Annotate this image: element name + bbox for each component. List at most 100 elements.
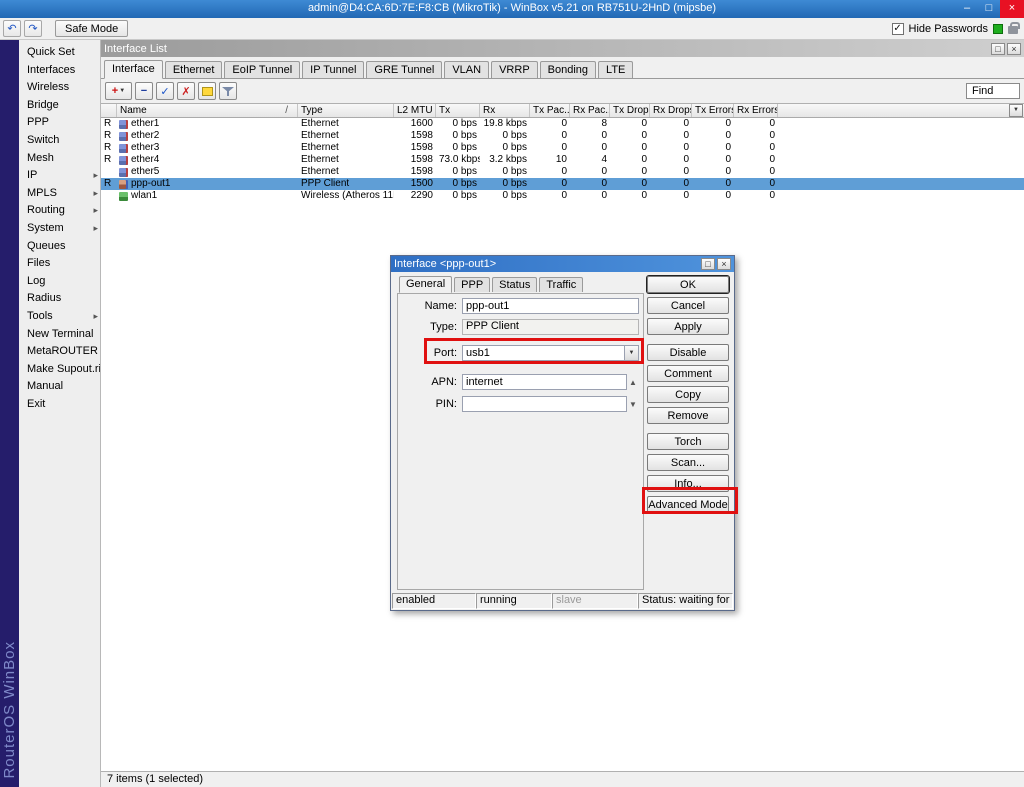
name-input[interactable] [462,298,639,314]
dialog-button[interactable]: OK [647,276,729,293]
dialog-titlebar[interactable]: Interface <ppp-out1> □ × [391,256,734,272]
column-header[interactable]: Tx Pac... [530,104,570,117]
sidebar-item[interactable]: Wireless [19,79,100,97]
find-button[interactable]: Find [966,83,1020,99]
apn-input[interactable] [462,374,627,390]
sidebar-item[interactable]: Files [19,255,100,273]
sidebar-item[interactable]: Radius [19,290,100,308]
tab[interactable]: LTE [598,61,633,78]
sidebar-item[interactable]: Switch [19,132,100,150]
sidebar-item[interactable]: PPP [19,114,100,132]
sidebar-item[interactable]: Manual [19,378,100,396]
dialog-button[interactable]: Disable [647,344,729,361]
minimize-icon[interactable]: – [956,0,978,18]
sidebar-item[interactable]: IP [19,167,100,185]
column-header[interactable]: Rx Drops [650,104,692,117]
dialog-tab[interactable]: General [399,276,452,293]
port-select[interactable]: usb1 ▼ [462,345,639,361]
safe-mode-button[interactable]: Safe Mode [55,20,128,37]
dialog-button[interactable]: Comment [647,365,729,382]
restore-window-icon[interactable]: □ [991,43,1005,55]
column-header[interactable]: Rx [480,104,530,117]
sidebar-item[interactable]: MPLS [19,185,100,203]
dialog-tabs: General PPP Status Traffic [399,276,583,292]
interface-list-title: Interface List [104,43,991,55]
dialog-button[interactable]: Remove [647,407,729,424]
app-titlebar[interactable]: admin@D4:CA:6D:7E:F8:CB (MikroTik) - Win… [0,0,1024,18]
tab[interactable]: Interface [104,60,163,79]
dialog-tab[interactable]: Traffic [539,277,583,292]
tab[interactable]: Ethernet [165,61,223,78]
column-header[interactable]: Tx [436,104,480,117]
table-row[interactable]: R ether3 Ethernet 1598 0 bps 0 bps 0 0 0… [101,142,1024,154]
pin-down-icon[interactable]: ▼ [627,400,639,409]
sidebar-item[interactable]: System [19,220,100,238]
dialog-button[interactable]: Apply [647,318,729,335]
column-header[interactable]: Type [298,104,394,117]
interface-icon [119,156,128,165]
back-button[interactable]: ↶ [3,20,21,37]
dialog-restore-icon[interactable]: □ [701,258,715,270]
tab[interactable]: VRRP [491,61,538,78]
tab[interactable]: EoIP Tunnel [224,61,300,78]
sidebar-item[interactable]: Log [19,273,100,291]
hide-passwords-checkbox[interactable]: ✓ [892,23,904,35]
dialog-tab[interactable]: PPP [454,277,490,292]
table-row[interactable]: R ether1 Ethernet 1600 0 bps 19.8 kbps 0… [101,118,1024,130]
table-row[interactable]: R ppp-out1 PPP Client 1500 0 bps 0 bps 0… [101,178,1024,190]
sidebar-item[interactable]: Bridge [19,97,100,115]
sidebar-item[interactable]: Mesh [19,150,100,168]
tab[interactable]: VLAN [444,61,489,78]
column-header[interactable]: Name [117,104,298,117]
filter-button[interactable] [219,82,237,100]
comment-button[interactable] [198,82,216,100]
row-tx-packets: 0 [530,118,570,130]
column-header[interactable] [101,104,117,117]
apn-up-icon[interactable]: ▲ [627,378,639,387]
sidebar-item[interactable]: New Terminal [19,326,100,344]
table-row[interactable]: wlan1 Wireless (Atheros 11N) 2290 0 bps … [101,190,1024,202]
table-row[interactable]: R ether4 Ethernet 1598 73.0 kbps 3.2 kbp… [101,154,1024,166]
dialog-button[interactable]: Copy [647,386,729,403]
disable-button[interactable]: ✗ [177,82,195,100]
column-header[interactable]: Tx Errors [692,104,734,117]
sidebar-item[interactable]: Interfaces [19,62,100,80]
dialog-button[interactable]: Info... [647,475,729,492]
column-header[interactable]: Rx Errors [734,104,778,117]
tab[interactable]: GRE Tunnel [366,61,442,78]
dialog-tab[interactable]: Status [492,277,537,292]
close-icon[interactable]: × [1000,0,1024,18]
pin-input[interactable] [462,396,627,412]
primary-button-group: OK Cancel Apply [647,276,729,335]
sidebar-item[interactable]: Tools [19,308,100,326]
dialog-close-icon[interactable]: × [717,258,731,270]
sidebar-item[interactable]: Routing [19,202,100,220]
column-header[interactable]: Rx Pac... [570,104,610,117]
maximize-icon[interactable]: □ [978,0,1000,18]
table-row[interactable]: R ether2 Ethernet 1598 0 bps 0 bps 0 0 0… [101,130,1024,142]
enable-button[interactable]: ✓ [156,82,174,100]
row-tx: 0 bps [436,118,480,130]
sidebar-menu: Quick Set Interfaces Wireless Bridge PPP… [19,40,101,787]
column-header[interactable]: Tx Drops [610,104,650,117]
table-row[interactable]: ether5 Ethernet 1598 0 bps 0 bps 0 0 0 0… [101,166,1024,178]
add-button[interactable]: + ▼ [105,82,132,100]
interface-list-titlebar[interactable]: Interface List □ × [101,40,1024,57]
forward-button[interactable]: ↷ [24,20,42,37]
dialog-button[interactable]: Cancel [647,297,729,314]
dialog-button[interactable]: Torch [647,433,729,450]
column-header[interactable]: L2 MTU [394,104,436,117]
column-dropdown-icon[interactable]: ▼ [1009,104,1023,117]
sidebar-item[interactable]: Quick Set [19,44,100,62]
sidebar-item[interactable]: Exit [19,396,100,414]
tab[interactable]: IP Tunnel [302,61,364,78]
port-dropdown-icon[interactable]: ▼ [624,346,638,360]
dialog-button[interactable]: Advanced Mode [647,496,729,513]
tab[interactable]: Bonding [540,61,596,78]
sidebar-item[interactable]: MetaROUTER [19,343,100,361]
sidebar-item[interactable]: Make Supout.rif [19,361,100,379]
dialog-button[interactable]: Scan... [647,454,729,471]
close-window-icon[interactable]: × [1007,43,1021,55]
remove-button[interactable]: − [135,82,153,100]
sidebar-item[interactable]: Queues [19,238,100,256]
